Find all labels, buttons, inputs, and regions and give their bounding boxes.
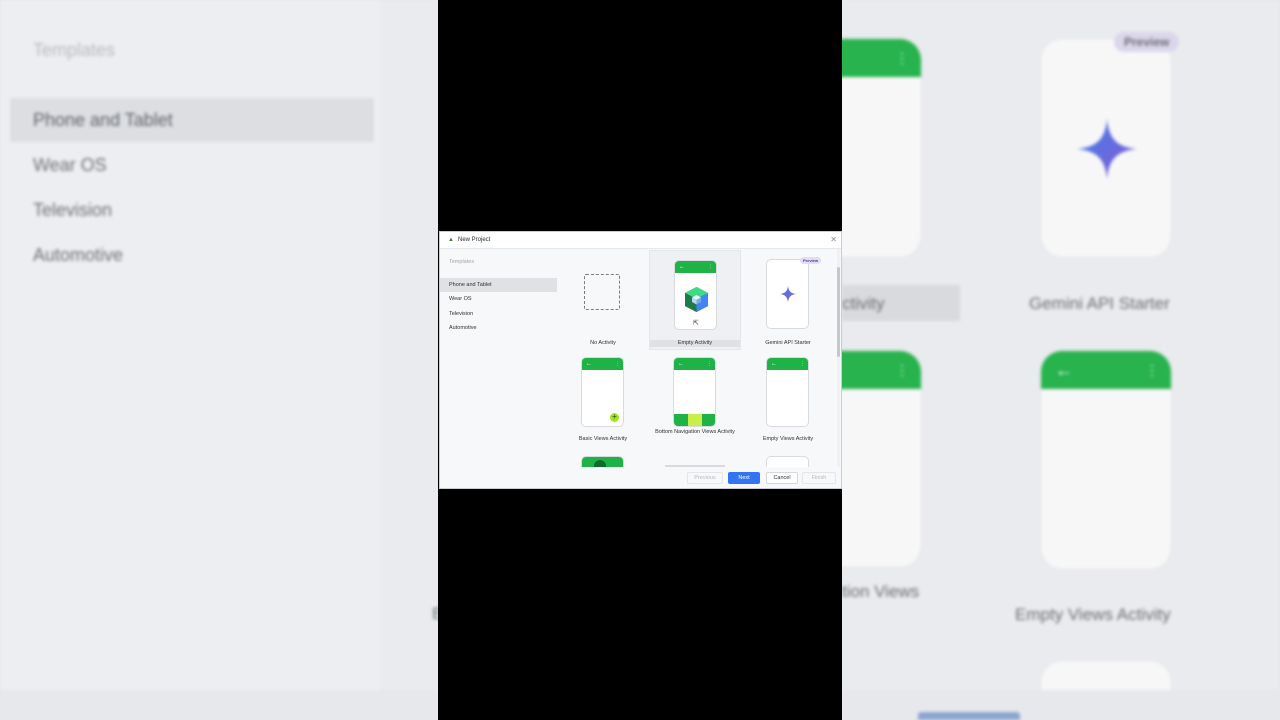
gemini-sparkle-icon bbox=[779, 285, 797, 303]
sidebar-item-automotive[interactable]: Automotive bbox=[440, 321, 557, 335]
template-grid: No Activity ← ⋮ ⇱ Empty Activity Preview… bbox=[557, 249, 837, 467]
bg-sidebar-item: Wear OS bbox=[33, 155, 107, 175]
no-activity-placeholder-icon bbox=[584, 274, 620, 310]
title-bar: ▲ New Project ✕ bbox=[440, 232, 841, 249]
bg-card-label: Gemini API Starter bbox=[1029, 294, 1170, 313]
bg-sidebar-item: Phone and Tablet bbox=[10, 98, 374, 142]
sidebar-item-wear-os[interactable]: Wear OS bbox=[440, 292, 557, 306]
window-title: New Project bbox=[458, 237, 491, 243]
phone-preview bbox=[766, 259, 809, 329]
sidebar-item-phone-and-tablet[interactable]: Phone and Tablet bbox=[440, 278, 557, 292]
bg-preview-badge: Preview bbox=[1114, 32, 1180, 52]
template-card-no-activity[interactable]: No Activity bbox=[557, 250, 649, 350]
bg-label-fragment: ctivity bbox=[842, 294, 885, 313]
bg-card-label: Empty Views Activity bbox=[1015, 605, 1171, 624]
phone-preview: ← ⋮ + bbox=[581, 357, 624, 427]
template-label: Empty Views Activity bbox=[762, 436, 814, 442]
phone-preview: ← ⋮ bbox=[673, 357, 716, 427]
new-project-dialog: ▲ New Project ✕ Templates Phone and Tabl… bbox=[439, 231, 842, 489]
compose-cube-icon bbox=[685, 287, 708, 312]
template-card-empty-activity[interactable]: ← ⋮ ⇱ Empty Activity bbox=[649, 250, 741, 350]
template-label: No Activity bbox=[590, 340, 616, 346]
bg-sidebar-item: Television bbox=[33, 200, 113, 220]
previous-button[interactable]: Previous bbox=[687, 472, 723, 484]
fab-plus-icon: + bbox=[610, 413, 619, 422]
kebab-icon: ⋮ bbox=[708, 264, 713, 270]
template-label: Empty Activity bbox=[650, 340, 740, 347]
template-label: Gemini API Starter bbox=[765, 340, 811, 346]
template-card-bottom-navigation-views-activity[interactable]: ← ⋮ Bottom Navigation Views Activity bbox=[649, 350, 741, 450]
bg-empty-views-card: ← ⋮ bbox=[1040, 350, 1172, 570]
template-card-gemini-api-starter[interactable]: Preview Gemini API Starter bbox=[742, 250, 834, 350]
bg-sidebar-item: Automotive bbox=[33, 245, 124, 265]
close-icon[interactable]: ✕ bbox=[830, 235, 837, 245]
template-label: Basic Views Activity bbox=[578, 436, 628, 442]
template-card-empty-views-activity[interactable]: ← ⋮ Empty Views Activity bbox=[742, 350, 834, 450]
bg-sidebar: Templates Phone and Tablet Wear OS Telev… bbox=[0, 0, 380, 720]
bg-label-fragment: tion Views bbox=[842, 582, 920, 601]
template-card-partial[interactable] bbox=[766, 456, 809, 467]
phone-preview: ← ⋮ bbox=[766, 357, 809, 427]
bg-gemini-sparkle-icon bbox=[1077, 119, 1137, 179]
finish-button[interactable]: Finish bbox=[802, 472, 836, 484]
template-category-sidebar: Templates Phone and Tablet Wear OS Telev… bbox=[440, 249, 557, 488]
template-label: Bottom Navigation Views Activity bbox=[655, 429, 735, 435]
kebab-icon: ⋮ bbox=[707, 361, 712, 367]
kebab-icon: ⋮ bbox=[615, 361, 620, 367]
back-arrow-icon: ← bbox=[678, 361, 684, 367]
back-arrow-icon: ← bbox=[771, 361, 777, 367]
bottom-navigation-bar bbox=[674, 414, 715, 426]
partial-preview-shape bbox=[594, 460, 606, 467]
preview-badge: Preview bbox=[800, 257, 822, 264]
bg-gemini-card bbox=[1040, 38, 1172, 258]
back-arrow-icon: ← bbox=[586, 361, 592, 367]
template-card-partial[interactable] bbox=[581, 456, 624, 467]
kebab-icon: ⋮ bbox=[800, 361, 805, 367]
bg-next-button bbox=[918, 712, 1020, 720]
bg-sidebar-heading: Templates bbox=[33, 40, 116, 60]
template-grid-scrollbar[interactable] bbox=[837, 249, 840, 467]
scroll-thumb[interactable] bbox=[837, 267, 840, 357]
dialog-footer: Previous Next Cancel Finish bbox=[440, 467, 841, 488]
next-button[interactable]: Next bbox=[728, 472, 760, 484]
sidebar-item-television[interactable]: Television bbox=[440, 307, 557, 321]
cancel-button[interactable]: Cancel bbox=[766, 472, 798, 484]
template-card-basic-views-activity[interactable]: ← ⋮ + Basic Views Activity bbox=[557, 350, 649, 450]
back-arrow-icon: ← bbox=[679, 264, 685, 270]
sidebar-heading: Templates bbox=[449, 259, 475, 265]
android-studio-icon: ▲ bbox=[448, 237, 454, 243]
mouse-cursor-icon: ⇱ bbox=[693, 320, 699, 327]
